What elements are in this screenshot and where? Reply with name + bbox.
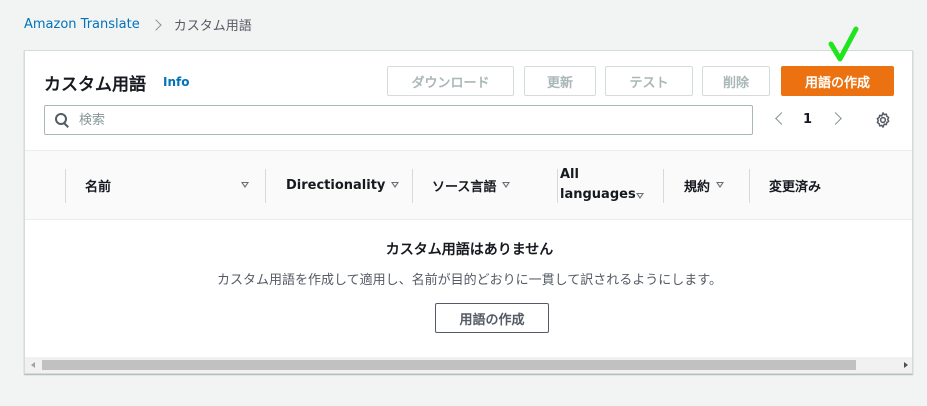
gear-icon[interactable] [874, 111, 892, 129]
column-divider [557, 169, 558, 203]
column-header-source-language[interactable]: ソース言語 [432, 151, 557, 219]
breadcrumb: Amazon Translate カスタム用語 [24, 15, 252, 34]
search-icon [55, 113, 67, 125]
column-divider [65, 169, 66, 203]
scrollbar-thumb[interactable] [42, 360, 856, 370]
horizontal-scrollbar[interactable] [25, 357, 912, 373]
chevron-right-icon[interactable] [829, 112, 842, 125]
column-label: 規約 [684, 179, 711, 195]
chevron-right-icon [150, 18, 162, 31]
column-header-all-languages[interactable]: All languages [560, 151, 662, 219]
column-label: All languages [560, 167, 636, 202]
column-label: ソース言語 [432, 179, 497, 195]
column-divider [265, 169, 266, 203]
info-link[interactable]: Info [163, 75, 189, 89]
update-button[interactable]: 更新 [524, 66, 596, 96]
delete-button[interactable]: 削除 [702, 66, 770, 96]
sort-down-icon[interactable] [241, 182, 249, 188]
column-label: 名前 [85, 179, 112, 195]
empty-state-create-button[interactable]: 用語の作成 [435, 303, 549, 333]
empty-state-title: カスタム用語はありません [385, 242, 554, 258]
checkmark-annotation-icon [828, 26, 859, 62]
scroll-left-arrow-icon[interactable] [31, 362, 35, 368]
column-header-terms[interactable]: 規約 [684, 151, 749, 219]
column-label: 変更済み [769, 179, 822, 195]
download-button[interactable]: ダウンロード [387, 66, 514, 96]
column-header-name[interactable]: 名前 [85, 151, 265, 219]
breadcrumb-link-amazon-translate[interactable]: Amazon Translate [24, 17, 140, 32]
column-header-directionality[interactable]: Directionality [286, 151, 412, 219]
panel-title: カスタム用語 [44, 75, 146, 95]
column-divider [412, 169, 413, 203]
test-button[interactable]: テスト [605, 66, 693, 96]
sort-down-icon[interactable] [716, 182, 725, 188]
search-input[interactable] [79, 106, 739, 134]
page-number[interactable]: 1 [803, 112, 812, 127]
custom-terminology-panel: カスタム用語 Info ダウンロード 更新 テスト 削除 用語の作成 1 名前 … [24, 50, 913, 374]
chevron-left-icon[interactable] [775, 112, 788, 125]
sort-down-icon[interactable] [502, 182, 511, 188]
scroll-right-arrow-icon[interactable] [904, 362, 908, 368]
column-header-modified[interactable]: 変更済み [769, 151, 889, 219]
sort-down-icon[interactable] [391, 182, 400, 188]
empty-state-description: カスタム用語を作成して適用し、名前が目的どおりに一貫して訳されるようにします。 [217, 273, 722, 288]
table-header: 名前 Directionality ソース言語 All languages 規約… [25, 150, 912, 220]
column-divider [663, 169, 664, 203]
search-box [44, 105, 753, 135]
breadcrumb-current: カスタム用語 [173, 19, 252, 34]
sort-down-icon[interactable] [636, 193, 644, 199]
column-divider [749, 169, 750, 203]
column-label: Directionality [286, 177, 386, 193]
create-terminology-button[interactable]: 用語の作成 [781, 66, 894, 96]
